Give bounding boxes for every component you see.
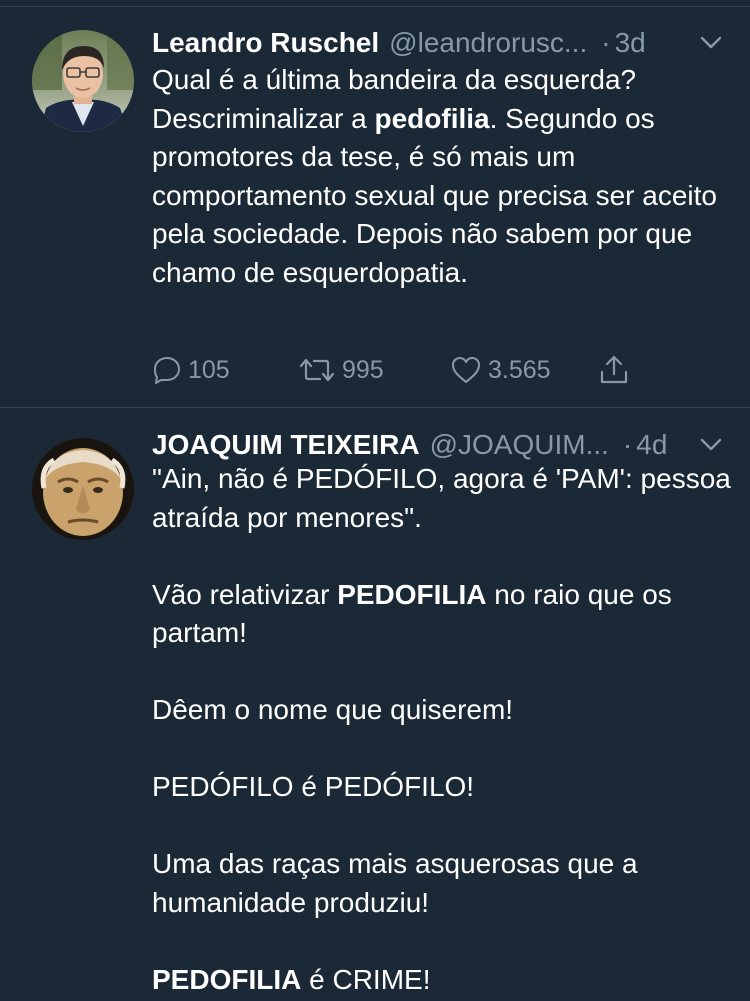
- keyword-highlight: PEDOFILIA: [152, 963, 302, 995]
- tweet-text-part: é CRIME!: [301, 963, 431, 995]
- chevron-down-icon[interactable]: [696, 28, 726, 58]
- share-button[interactable]: [598, 350, 630, 390]
- reply-count: 105: [188, 355, 230, 384]
- share-upload-icon: [598, 354, 630, 386]
- tweet-paragraph: Dêem o nome que quiserem!: [152, 694, 514, 725]
- like-button[interactable]: 3.565: [450, 350, 551, 390]
- heart-icon: [450, 355, 482, 385]
- author-handle[interactable]: @JOAQUIM...: [430, 429, 609, 461]
- tweet[interactable]: JOAQUIM TEIXEIRA @JOAQUIM... · 4d "Ain, …: [0, 408, 750, 1001]
- separator-dot: ·: [601, 27, 611, 58]
- retweet-button[interactable]: 995: [298, 350, 384, 390]
- tweet-actions: 105 995 3.565: [152, 350, 652, 390]
- author-name[interactable]: JOAQUIM TEIXEIRA: [152, 429, 420, 461]
- avatar[interactable]: [32, 438, 134, 540]
- tweet-paragraph: PEDÓFILO é PEDÓFILO!: [152, 771, 475, 802]
- tweet-header: JOAQUIM TEIXEIRA @JOAQUIM... · 4d: [152, 425, 726, 465]
- keyword-highlight: PEDOFILIA: [337, 578, 487, 610]
- retweet-arrows-icon: [298, 355, 336, 385]
- retweet-count: 995: [342, 355, 384, 384]
- tweet-text: Qual é a última bandeira da esquerda? De…: [152, 61, 732, 292]
- tweet-paragraph: "Ain, não é PEDÓFILO, agora é 'PAM': pes…: [152, 463, 739, 533]
- tweet-timestamp[interactable]: 4d: [636, 429, 667, 461]
- hashtag-highlight: pedofilia: [374, 102, 490, 134]
- tweet-timestamp[interactable]: 3d: [615, 27, 646, 59]
- tweet-text-part: Vão relativizar: [152, 578, 338, 610]
- chevron-down-icon[interactable]: [696, 430, 726, 460]
- separator-dot: ·: [622, 429, 633, 460]
- speech-bubble-icon: [152, 355, 182, 385]
- author-name[interactable]: Leandro Ruschel: [152, 27, 379, 59]
- author-handle[interactable]: @leandrorusc...: [389, 27, 587, 59]
- tweet-paragraph: Uma das raças mais asquerosas que a huma…: [152, 848, 646, 918]
- reply-button[interactable]: 105: [152, 350, 230, 390]
- tweet-text: "Ain, não é PEDÓFILO, agora é 'PAM': pes…: [152, 460, 732, 999]
- like-count: 3.565: [488, 355, 551, 384]
- tweet-header: Leandro Ruschel @leandrorusc... · 3d: [152, 23, 726, 63]
- avatar[interactable]: [32, 30, 134, 132]
- tweet[interactable]: Leandro Ruschel @leandrorusc... · 3d Qua…: [0, 0, 750, 408]
